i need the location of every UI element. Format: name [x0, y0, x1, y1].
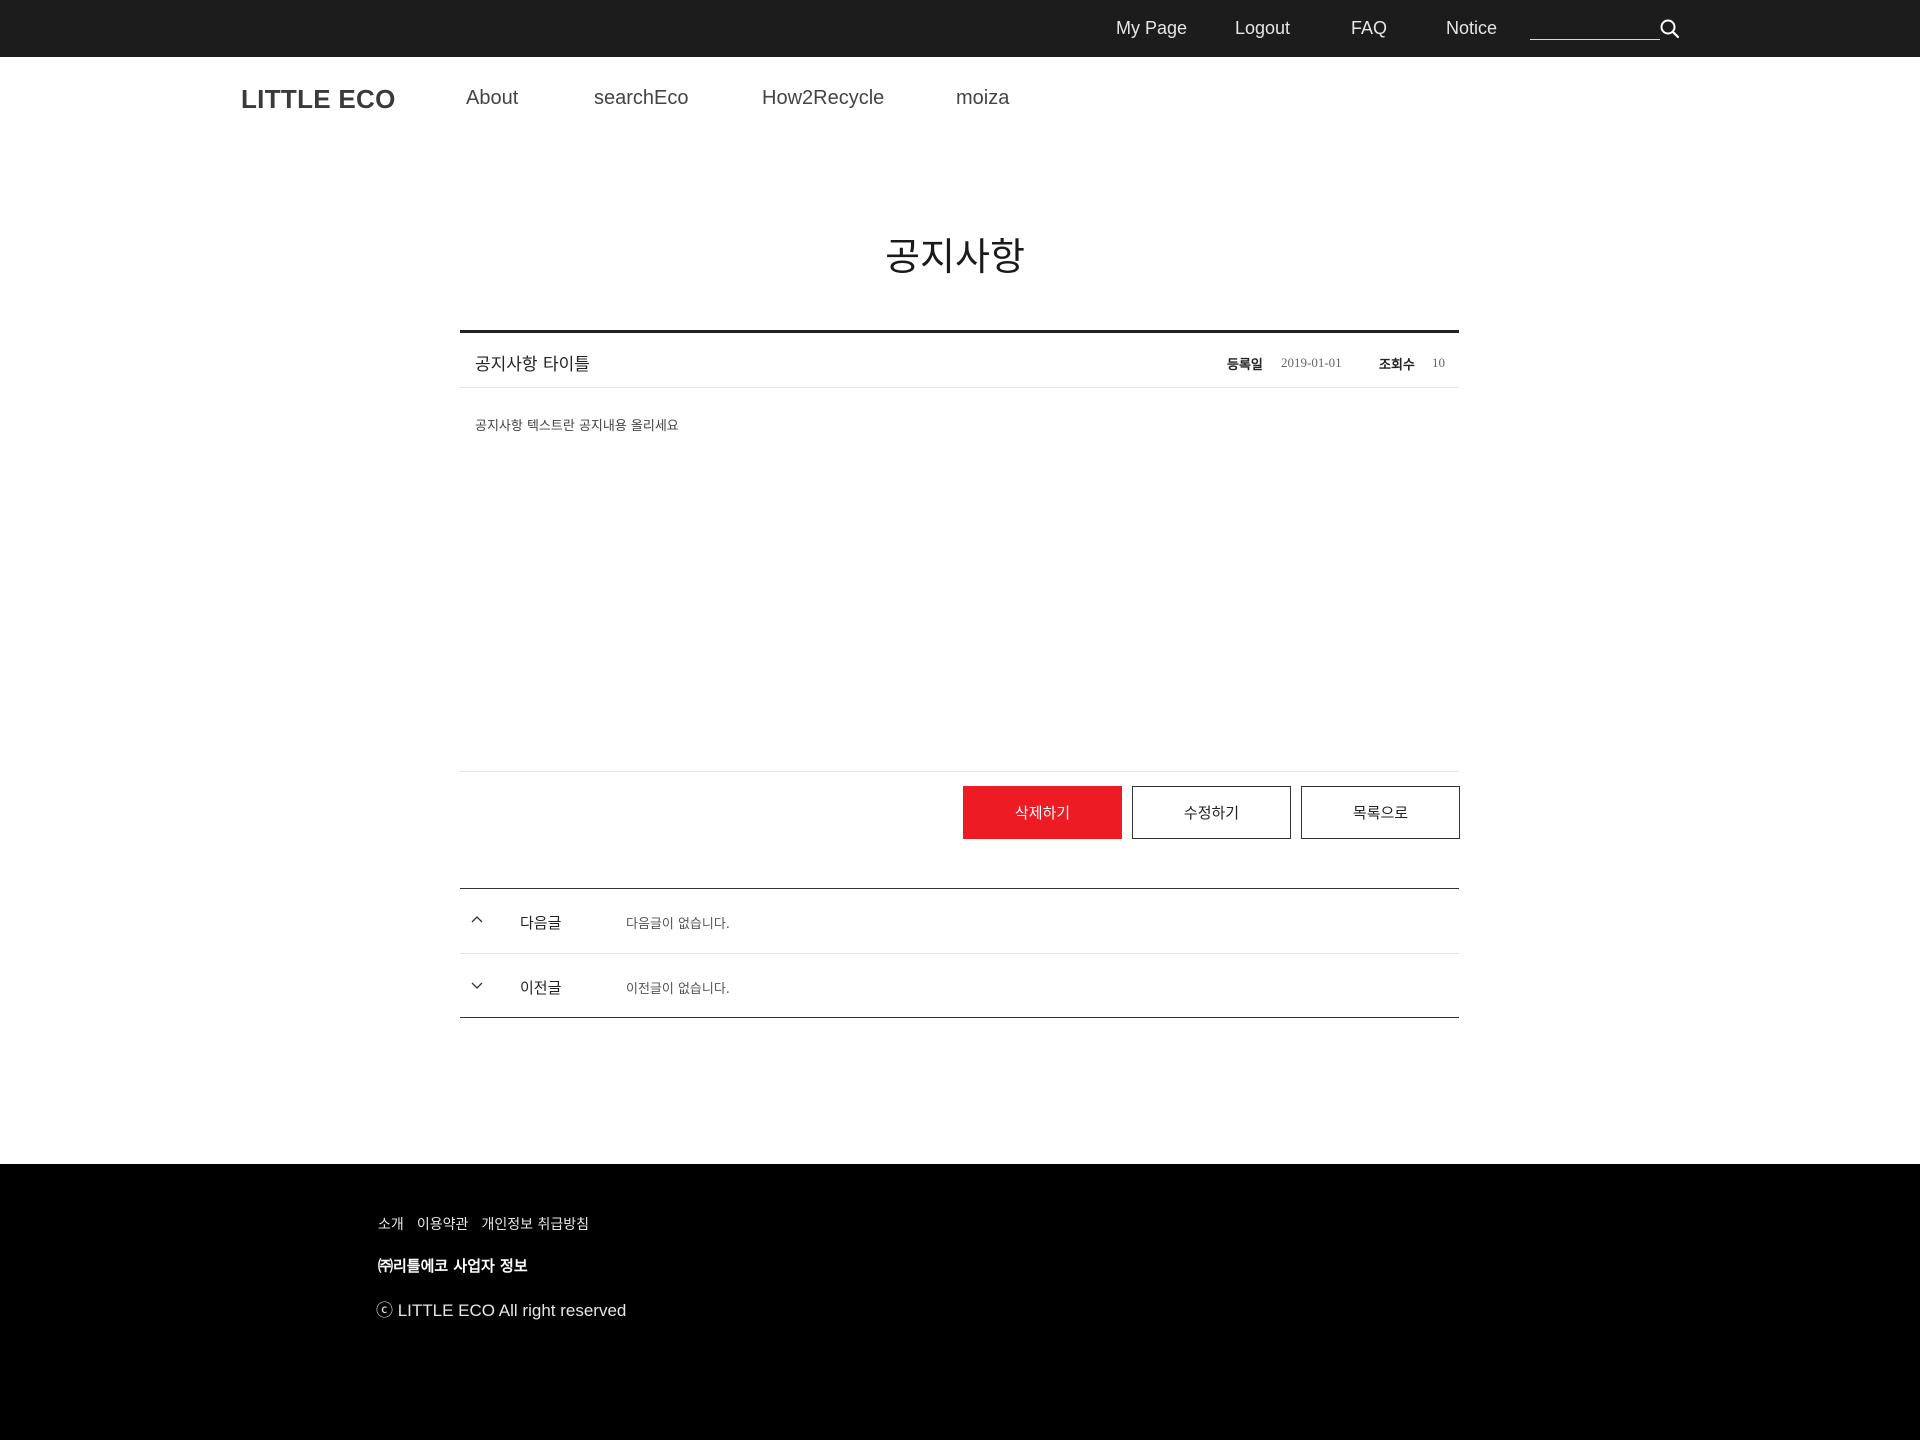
date-value: 2019-01-01 — [1281, 355, 1342, 370]
logout-link[interactable]: Logout — [1235, 18, 1290, 39]
footer-links: 소개 이용약관 개인정보 취급방침 — [378, 1214, 597, 1234]
footer-link-terms[interactable]: 이용약관 — [417, 1217, 469, 1233]
article-body: 공지사항 텍스트란 공지내용 올리세요 — [460, 388, 1459, 772]
footer-copyright: ⓒ LITTLE ECO All right reserved — [376, 1301, 627, 1320]
prev-post-text: 이전글이 없습니다. — [626, 982, 730, 997]
edit-button[interactable]: 수정하기 — [1132, 786, 1291, 839]
faq-link[interactable]: FAQ — [1351, 18, 1387, 39]
nav-item-moiza[interactable]: moiza — [956, 87, 1009, 110]
search-input[interactable] — [1530, 18, 1660, 40]
prev-post-row[interactable]: 이전글 이전글이 없습니다. — [460, 953, 1459, 1017]
search-icon[interactable] — [1658, 17, 1682, 41]
prev-post-label: 이전글 — [520, 979, 562, 997]
date-label: 등록일 — [1227, 358, 1263, 373]
notice-article: 공지사항 타이틀 등록일 2019-01-01 조회수 10 공지사항 텍스트란… — [460, 330, 1460, 839]
delete-button[interactable]: 삭제하기 — [963, 786, 1122, 839]
nav-item-searcheco[interactable]: searchEco — [594, 87, 689, 110]
views-label: 조회수 — [1379, 358, 1415, 373]
article-body-text: 공지사항 텍스트란 공지내용 올리세요 — [475, 419, 679, 434]
chevron-down-icon — [469, 977, 485, 993]
footer-link-privacy[interactable]: 개인정보 취급방침 — [481, 1217, 589, 1233]
my-page-link[interactable]: My Page — [1116, 18, 1187, 39]
article-title: 공지사항 타이틀 — [475, 355, 590, 375]
article-header: 공지사항 타이틀 등록일 2019-01-01 조회수 10 — [460, 330, 1459, 388]
back-to-list-button[interactable]: 목록으로 — [1301, 786, 1460, 839]
site-footer: 소개 이용약관 개인정보 취급방침 ㈜리틀에코 사업자 정보 ⓒ LITTLE … — [0, 1164, 1920, 1440]
top-utility-bar: My Page Logout FAQ Notice — [0, 0, 1920, 57]
notice-link[interactable]: Notice — [1446, 18, 1497, 39]
views-value: 10 — [1432, 355, 1445, 370]
action-buttons: 삭제하기 수정하기 목록으로 — [460, 786, 1460, 840]
footer-company-info[interactable]: ㈜리틀에코 사업자 정보 — [378, 1255, 528, 1276]
nav-item-how2recycle[interactable]: How2Recycle — [762, 87, 884, 110]
next-post-text: 다음글이 없습니다. — [626, 917, 730, 932]
chevron-up-icon — [469, 912, 485, 928]
nav-item-about[interactable]: About — [466, 87, 518, 110]
page-title: 공지사항 — [885, 235, 1025, 279]
next-post-label: 다음글 — [520, 914, 562, 932]
post-pager: 다음글 다음글이 없습니다. 이전글 이전글이 없습니다. — [460, 888, 1459, 1018]
site-logo[interactable]: LITTLE ECO — [241, 84, 396, 115]
next-post-row[interactable]: 다음글 다음글이 없습니다. — [460, 889, 1459, 953]
footer-link-about[interactable]: 소개 — [378, 1217, 404, 1233]
